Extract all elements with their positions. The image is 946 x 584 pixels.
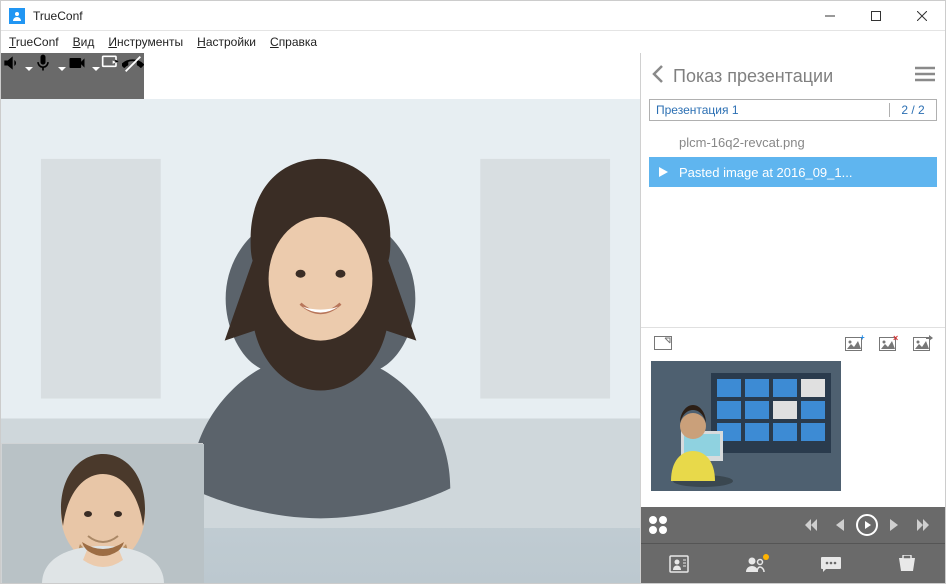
- tab-participants[interactable]: [717, 544, 793, 583]
- add-image-button[interactable]: +: [843, 331, 867, 355]
- window-controls: [807, 1, 945, 31]
- call-toolbar: [1, 53, 144, 99]
- titlebar: TrueConf: [1, 1, 945, 31]
- export-image-button[interactable]: [911, 331, 935, 355]
- menu-help[interactable]: Справка: [270, 35, 317, 49]
- camera-button[interactable]: [66, 53, 100, 99]
- gallery-toolbar: + ×: [641, 327, 945, 357]
- bottom-tab-bar: [641, 543, 945, 583]
- tab-tools[interactable]: [869, 544, 945, 583]
- left-pane: [1, 53, 640, 583]
- video-area[interactable]: [1, 99, 640, 583]
- presentation-name[interactable]: Презентация 1: [650, 103, 890, 117]
- menu-view[interactable]: Вид: [73, 35, 95, 49]
- play-slideshow-button[interactable]: [853, 511, 881, 539]
- presentation-header: Показ презентации: [641, 53, 945, 99]
- notification-dot-icon: [763, 554, 769, 560]
- prev-slide-button[interactable]: [825, 511, 853, 539]
- app-icon: [9, 8, 25, 24]
- svg-text:+: +: [860, 335, 865, 342]
- end-call-button[interactable]: [122, 53, 144, 99]
- menu-tools[interactable]: Инструменты: [108, 35, 183, 49]
- menubar: TrueConf Вид Инструменты Настройки Справ…: [1, 31, 945, 53]
- menu-settings[interactable]: Настройки: [197, 35, 256, 49]
- presentation-panel-title: Показ презентации: [673, 66, 907, 87]
- slide-item-selected[interactable]: Pasted image at 2016_09_1...: [649, 157, 937, 187]
- hamburger-menu[interactable]: [915, 66, 935, 87]
- tab-chat[interactable]: [793, 544, 869, 583]
- expand-gallery-button[interactable]: [651, 331, 675, 355]
- speaker-button[interactable]: [1, 53, 33, 99]
- right-panel: Показ презентации Презентация 1 2 / 2 pl…: [640, 53, 945, 583]
- main-area: Показ презентации Презентация 1 2 / 2 pl…: [1, 53, 945, 583]
- microphone-button[interactable]: [33, 53, 65, 99]
- menu-trueconf[interactable]: TrueConf: [9, 35, 59, 49]
- minimize-button[interactable]: [807, 1, 853, 31]
- window-title: TrueConf: [33, 9, 83, 23]
- last-slide-button[interactable]: [909, 511, 937, 539]
- maximize-button[interactable]: [853, 1, 899, 31]
- presentation-page-count: 2 / 2: [890, 103, 936, 117]
- remove-image-button[interactable]: ×: [877, 331, 901, 355]
- slideshow-player: [641, 507, 945, 543]
- tab-address-book[interactable]: [641, 544, 717, 583]
- play-icon: [657, 166, 669, 178]
- share-screen-button[interactable]: [100, 53, 122, 99]
- self-view-pip[interactable]: [1, 443, 203, 583]
- back-button[interactable]: [651, 64, 665, 89]
- slide-list: plcm-16q2-revcat.png Pasted image at 201…: [649, 127, 937, 187]
- slide-item[interactable]: plcm-16q2-revcat.png: [649, 127, 937, 157]
- presentation-info-bar: Презентация 1 2 / 2: [649, 99, 937, 121]
- first-slide-button[interactable]: [797, 511, 825, 539]
- close-button[interactable]: [899, 1, 945, 31]
- svg-text:×: ×: [893, 335, 898, 343]
- thumbnail-grid-button[interactable]: [649, 516, 667, 534]
- next-slide-button[interactable]: [881, 511, 909, 539]
- slide-thumbnail[interactable]: [651, 361, 841, 491]
- slide-thumbnail-gallery: [641, 357, 945, 507]
